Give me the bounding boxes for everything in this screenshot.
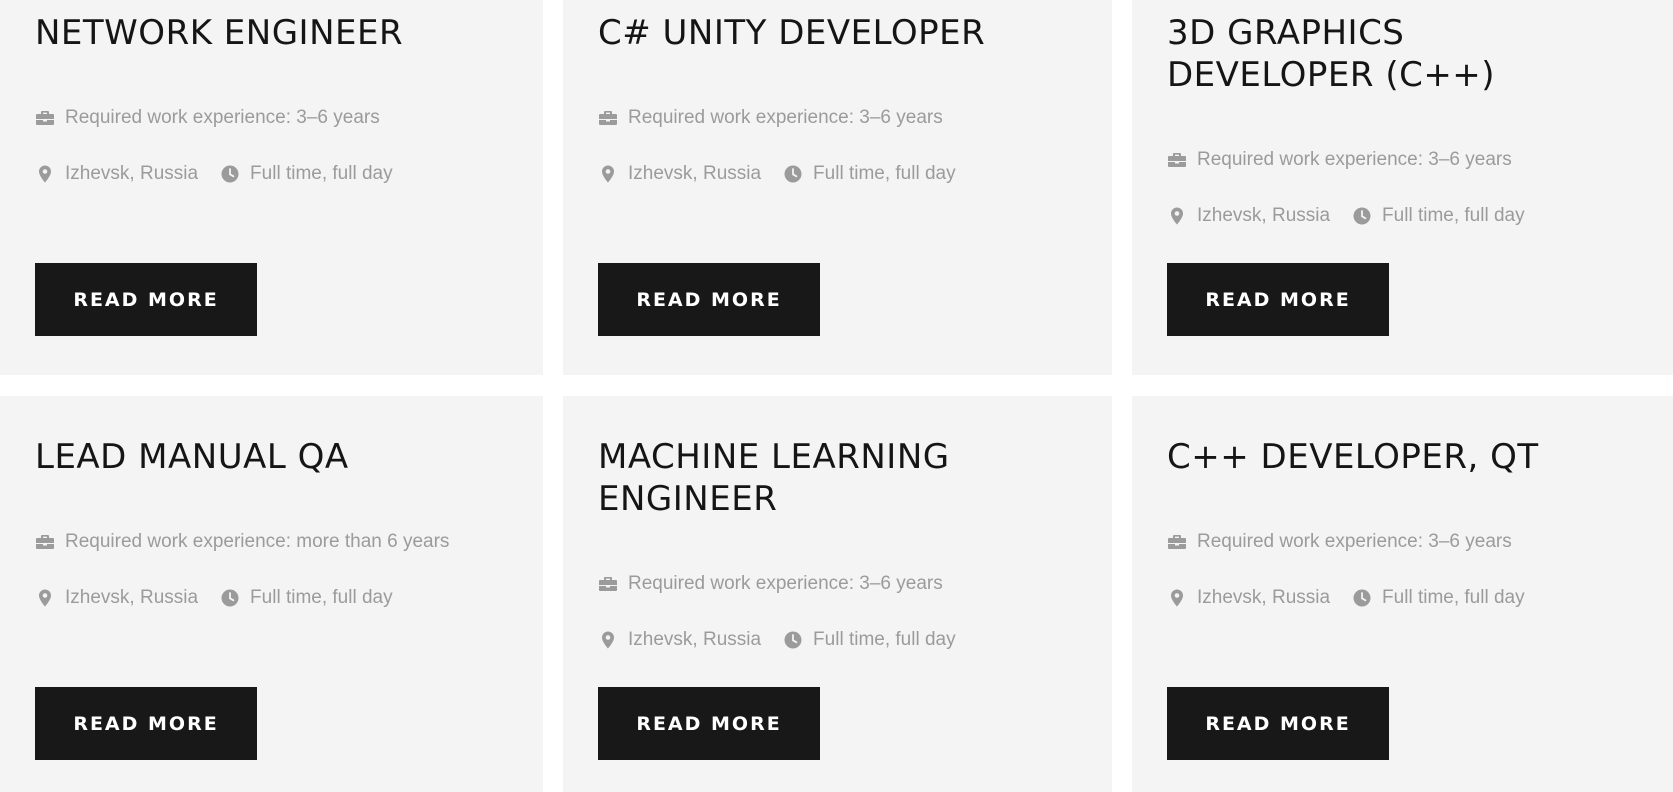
- experience-text: Required work experience: 3–6 years: [628, 573, 943, 594]
- map-pin-icon: [1167, 588, 1187, 608]
- location-text: Izhevsk, Russia: [65, 163, 199, 184]
- experience-text: Required work experience: 3–6 years: [1197, 531, 1512, 552]
- map-pin-icon: [598, 630, 618, 650]
- experience-text: Required work experience: 3–6 years: [628, 107, 943, 128]
- vacancy-title: NETWORK ENGINEER: [35, 13, 404, 53]
- vacancy-card: LEAD MANUAL QA Required work experience:…: [0, 396, 543, 792]
- experience-row: Required work experience: 3–6 years: [35, 107, 380, 129]
- location-schedule-row: Izhevsk, Russia Full time, full day: [598, 163, 956, 185]
- clock-icon: [783, 630, 803, 650]
- vacancy-card: C# UNITY DEVELOPER Required work experie…: [563, 0, 1112, 375]
- vacancy-card: MACHINE LEARNING ENGINEER Required work …: [563, 396, 1112, 792]
- location-text: Izhevsk, Russia: [628, 629, 762, 650]
- location-text: Izhevsk, Russia: [65, 587, 199, 608]
- experience-text: Required work experience: 3–6 years: [65, 107, 380, 128]
- read-more-button[interactable]: READ MORE: [1167, 263, 1389, 336]
- location-schedule-row: Izhevsk, Russia Full time, full day: [598, 629, 956, 651]
- briefcase-icon: [35, 108, 55, 128]
- map-pin-icon: [598, 164, 618, 184]
- vacancy-title: C++ DEVELOPER, QT: [1167, 437, 1539, 477]
- clock-icon: [1352, 206, 1372, 226]
- clock-icon: [220, 588, 240, 608]
- map-pin-icon: [35, 588, 55, 608]
- briefcase-icon: [1167, 150, 1187, 170]
- vacancy-title: 3D GRAPHICS DEVELOPER (C++): [1167, 13, 1496, 95]
- experience-row: Required work experience: more than 6 ye…: [35, 531, 449, 553]
- location-schedule-row: Izhevsk, Russia Full time, full day: [35, 163, 393, 185]
- map-pin-icon: [35, 164, 55, 184]
- map-pin-icon: [1167, 206, 1187, 226]
- clock-icon: [220, 164, 240, 184]
- experience-text: Required work experience: 3–6 years: [1197, 149, 1512, 170]
- location-schedule-row: Izhevsk, Russia Full time, full day: [35, 587, 393, 609]
- vacancy-card: NETWORK ENGINEER Required work experienc…: [0, 0, 543, 375]
- location-text: Izhevsk, Russia: [1197, 587, 1331, 608]
- schedule-text: Full time, full day: [250, 163, 393, 184]
- location-schedule-row: Izhevsk, Russia Full time, full day: [1167, 587, 1525, 609]
- briefcase-icon: [1167, 532, 1187, 552]
- experience-row: Required work experience: 3–6 years: [1167, 149, 1512, 171]
- briefcase-icon: [35, 532, 55, 552]
- schedule-text: Full time, full day: [1382, 205, 1525, 226]
- vacancy-title: LEAD MANUAL QA: [35, 437, 349, 477]
- briefcase-icon: [598, 574, 618, 594]
- read-more-button[interactable]: READ MORE: [598, 263, 820, 336]
- location-schedule-row: Izhevsk, Russia Full time, full day: [1167, 205, 1525, 227]
- briefcase-icon: [598, 108, 618, 128]
- vacancy-title: MACHINE LEARNING ENGINEER: [598, 437, 950, 519]
- experience-row: Required work experience: 3–6 years: [598, 573, 943, 595]
- experience-text: Required work experience: more than 6 ye…: [65, 531, 450, 552]
- location-text: Izhevsk, Russia: [1197, 205, 1331, 226]
- location-text: Izhevsk, Russia: [628, 163, 762, 184]
- vacancy-card: 3D GRAPHICS DEVELOPER (C++) Required wor…: [1132, 0, 1673, 375]
- experience-row: Required work experience: 3–6 years: [1167, 531, 1512, 553]
- vacancies-grid: NETWORK ENGINEER Required work experienc…: [0, 0, 1673, 792]
- schedule-text: Full time, full day: [1382, 587, 1525, 608]
- schedule-text: Full time, full day: [813, 629, 956, 650]
- read-more-button[interactable]: READ MORE: [35, 263, 257, 336]
- read-more-button[interactable]: READ MORE: [598, 687, 820, 760]
- schedule-text: Full time, full day: [813, 163, 956, 184]
- experience-row: Required work experience: 3–6 years: [598, 107, 943, 129]
- vacancy-card: C++ DEVELOPER, QT Required work experien…: [1132, 396, 1673, 792]
- read-more-button[interactable]: READ MORE: [1167, 687, 1389, 760]
- vacancy-title: C# UNITY DEVELOPER: [598, 13, 986, 53]
- clock-icon: [783, 164, 803, 184]
- clock-icon: [1352, 588, 1372, 608]
- read-more-button[interactable]: READ MORE: [35, 687, 257, 760]
- schedule-text: Full time, full day: [250, 587, 393, 608]
